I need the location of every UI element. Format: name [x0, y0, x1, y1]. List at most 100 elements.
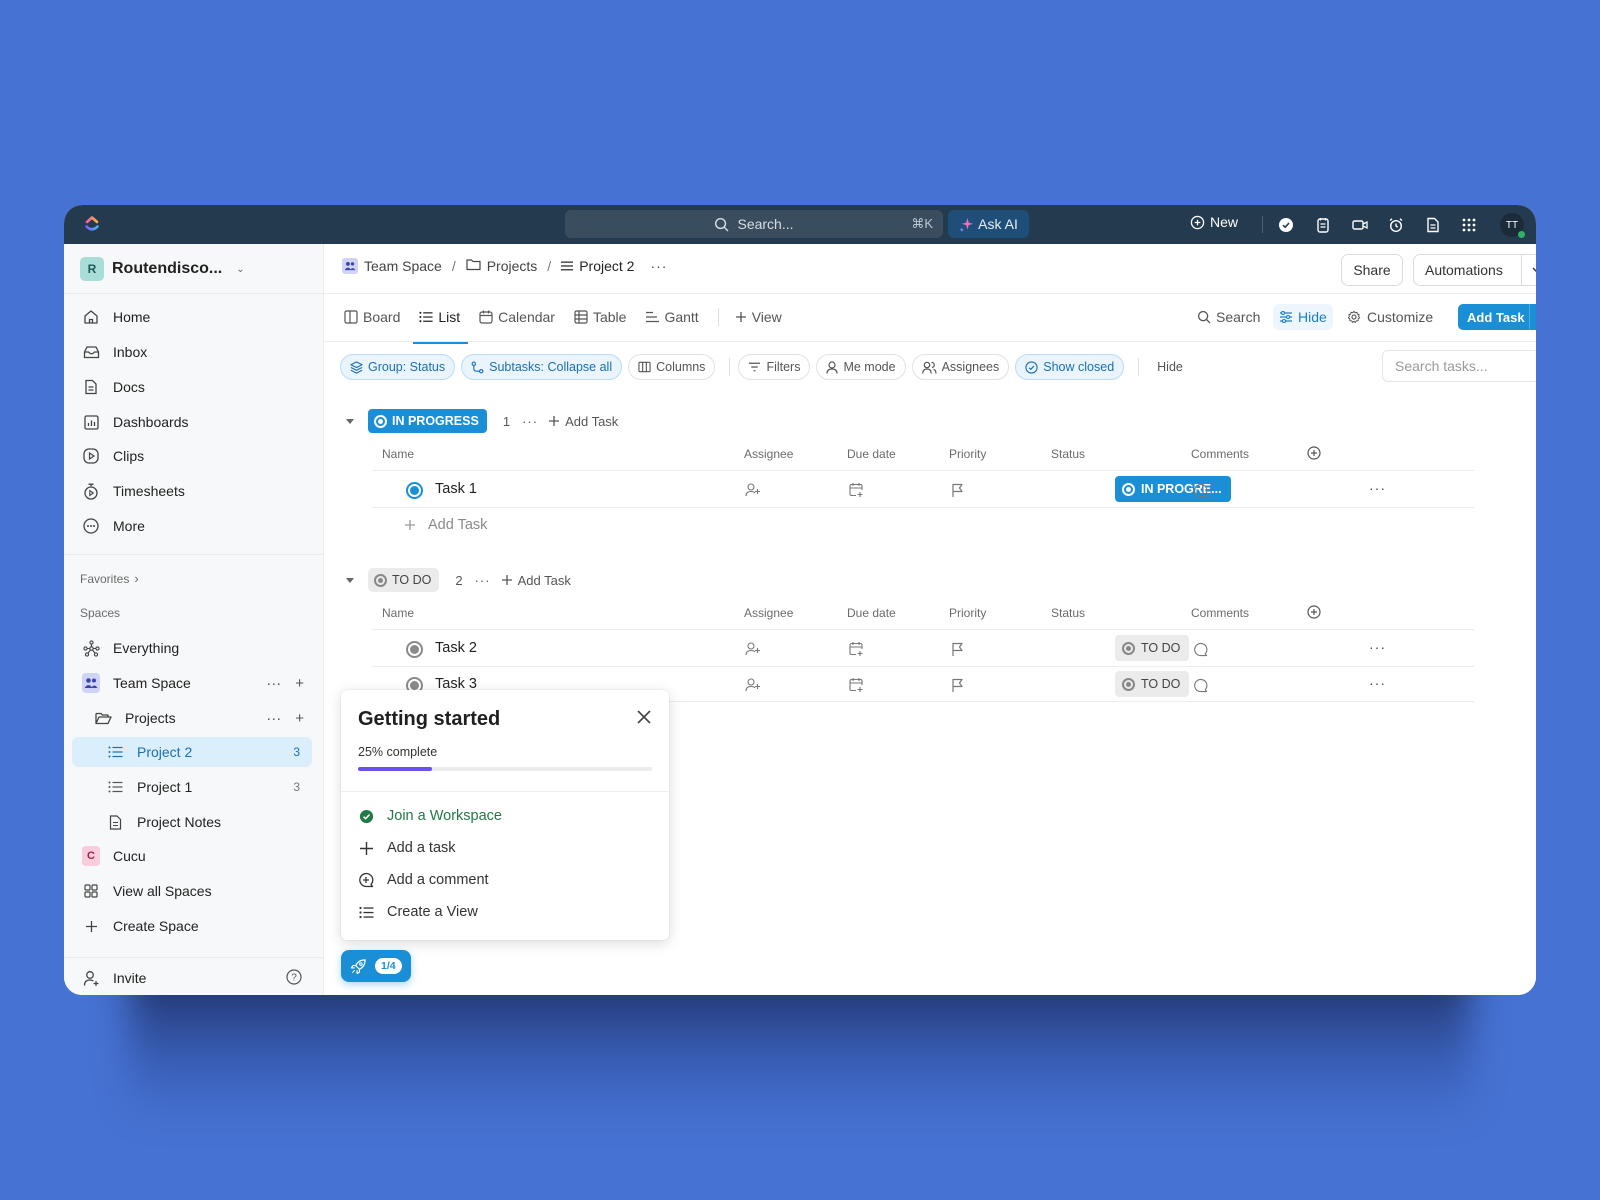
- sidebar-item-projects[interactable]: Projects ··· +: [72, 703, 312, 733]
- column-header-name[interactable]: Name: [382, 447, 414, 461]
- video-icon[interactable]: [1351, 216, 1368, 233]
- sidebar-item-create-space[interactable]: Create Space: [72, 911, 312, 941]
- subtasks-chip[interactable]: Subtasks: Collapse all: [461, 354, 623, 380]
- row-more-options-icon[interactable]: ···: [1369, 480, 1386, 496]
- column-header-due-date[interactable]: Due date: [847, 606, 896, 620]
- group-by-chip[interactable]: Group: Status: [340, 354, 456, 380]
- add-view-button[interactable]: View: [735, 309, 782, 325]
- invite-button[interactable]: Invite ?: [72, 963, 312, 993]
- task-search-input[interactable]: Search tasks...: [1382, 350, 1536, 382]
- new-button[interactable]: New: [1190, 214, 1238, 230]
- task-row[interactable]: Task 2 TO DO ···: [324, 631, 1474, 666]
- checklist-item-join-workspace[interactable]: Join a Workspace: [357, 805, 502, 827]
- task-status-badge[interactable]: TO DO: [1115, 635, 1189, 661]
- sidebar-item-cucu[interactable]: C Cucu: [72, 841, 312, 871]
- breadcrumb-team-space[interactable]: Team Space: [364, 258, 442, 274]
- sidebar-item-team-space[interactable]: Team Space ··· +: [72, 668, 312, 698]
- task-row[interactable]: Task 1 IN PROGRE... ···: [324, 472, 1474, 507]
- collapse-caret-icon[interactable]: [346, 577, 354, 583]
- sidebar-item-project-2[interactable]: Project 2 3: [72, 737, 312, 767]
- row-more-options-icon[interactable]: ···: [1369, 639, 1386, 655]
- add-column-icon[interactable]: [1307, 605, 1321, 622]
- task-status-icon[interactable]: [406, 641, 423, 658]
- checklist-item-add-task[interactable]: Add a task: [357, 837, 456, 859]
- task-status-icon[interactable]: [406, 482, 423, 499]
- status-badge[interactable]: TO DO: [368, 568, 440, 592]
- column-header-status[interactable]: Status: [1051, 606, 1085, 620]
- column-header-name[interactable]: Name: [382, 606, 414, 620]
- group-add-task-button[interactable]: Add Task: [501, 573, 571, 588]
- column-header-priority[interactable]: Priority: [949, 447, 986, 461]
- assign-user-icon[interactable]: [745, 482, 761, 498]
- column-header-assignee[interactable]: Assignee: [744, 447, 793, 461]
- task-name[interactable]: Task 1: [435, 481, 477, 497]
- search-button[interactable]: Search: [1197, 304, 1260, 330]
- check-circle-icon[interactable]: [1277, 216, 1294, 233]
- more-options-icon[interactable]: ···: [266, 675, 281, 692]
- group-add-task-button[interactable]: Add Task: [548, 414, 618, 429]
- app-logo-icon[interactable]: [82, 214, 102, 234]
- global-search-input[interactable]: Search... ⌘K: [565, 210, 943, 238]
- columns-chip[interactable]: Columns: [628, 354, 716, 380]
- column-header-status[interactable]: Status: [1051, 447, 1085, 461]
- tab-board[interactable]: Board: [344, 309, 400, 325]
- add-column-icon[interactable]: [1307, 446, 1321, 463]
- tab-list[interactable]: List: [413, 309, 468, 344]
- me-mode-chip[interactable]: Me mode: [816, 354, 906, 380]
- add-icon[interactable]: +: [295, 675, 304, 692]
- automations-dropdown[interactable]: [1521, 255, 1536, 285]
- add-task-row[interactable]: Add Task: [404, 510, 487, 540]
- close-icon[interactable]: [635, 708, 653, 726]
- comment-icon[interactable]: [1192, 677, 1208, 693]
- tab-calendar[interactable]: Calendar: [479, 309, 555, 325]
- favorites-toggle[interactable]: Favorites ›: [80, 571, 139, 586]
- assign-user-icon[interactable]: [745, 641, 761, 657]
- more-options-icon[interactable]: ···: [650, 258, 667, 274]
- hide-button[interactable]: Hide: [1273, 304, 1333, 330]
- breadcrumb-projects[interactable]: Projects: [487, 258, 538, 274]
- row-more-options-icon[interactable]: ···: [1369, 675, 1386, 691]
- sidebar-item-clips[interactable]: Clips: [72, 441, 312, 471]
- hide-filters-button[interactable]: Hide: [1147, 360, 1193, 374]
- sidebar-item-view-all-spaces[interactable]: View all Spaces: [72, 876, 312, 906]
- more-options-icon[interactable]: ···: [522, 414, 538, 429]
- more-options-icon[interactable]: ···: [266, 710, 281, 727]
- sidebar-item-more[interactable]: More: [72, 511, 312, 541]
- help-icon[interactable]: ?: [286, 968, 302, 988]
- add-due-date-icon[interactable]: [848, 677, 864, 693]
- apps-grid-icon[interactable]: [1460, 216, 1477, 233]
- column-header-assignee[interactable]: Assignee: [744, 606, 793, 620]
- add-task-dropdown[interactable]: [1529, 304, 1536, 330]
- comment-icon[interactable]: [1192, 482, 1208, 498]
- status-badge[interactable]: IN PROGRESS: [368, 409, 487, 433]
- task-name[interactable]: Task 2: [435, 640, 477, 656]
- sidebar-item-docs[interactable]: Docs: [72, 372, 312, 402]
- document-icon[interactable]: [1424, 216, 1441, 233]
- customize-button[interactable]: Customize: [1347, 304, 1433, 330]
- column-header-comments[interactable]: Comments: [1191, 447, 1249, 461]
- ask-ai-button[interactable]: Ask AI: [948, 210, 1029, 238]
- more-options-icon[interactable]: ···: [475, 573, 491, 588]
- sidebar-item-timesheets[interactable]: Timesheets: [72, 476, 312, 506]
- assign-user-icon[interactable]: [745, 677, 761, 693]
- getting-started-launcher[interactable]: 1/4: [341, 950, 411, 982]
- sidebar-item-everything[interactable]: Everything: [72, 633, 312, 663]
- automations-button[interactable]: Automations: [1413, 254, 1536, 286]
- breadcrumb-project-2[interactable]: Project 2: [579, 258, 634, 274]
- task-status-badge[interactable]: TO DO: [1115, 671, 1189, 697]
- add-due-date-icon[interactable]: [848, 641, 864, 657]
- show-closed-chip[interactable]: Show closed: [1015, 354, 1125, 380]
- add-task-button[interactable]: Add Task: [1458, 304, 1536, 330]
- filters-chip[interactable]: Filters: [738, 354, 811, 380]
- workspace-switcher[interactable]: R Routendisco... ⌄: [80, 256, 245, 282]
- share-button[interactable]: Share: [1341, 254, 1403, 286]
- comment-icon[interactable]: [1192, 641, 1208, 657]
- sidebar-item-home[interactable]: Home: [72, 302, 312, 332]
- user-avatar[interactable]: TT: [1500, 213, 1525, 238]
- column-header-due-date[interactable]: Due date: [847, 447, 896, 461]
- checklist-item-add-comment[interactable]: Add a comment: [357, 869, 489, 891]
- collapse-caret-icon[interactable]: [346, 418, 354, 424]
- sidebar-item-inbox[interactable]: Inbox: [72, 337, 312, 367]
- tab-table[interactable]: Table: [574, 309, 626, 325]
- notepad-icon[interactable]: [1314, 216, 1331, 233]
